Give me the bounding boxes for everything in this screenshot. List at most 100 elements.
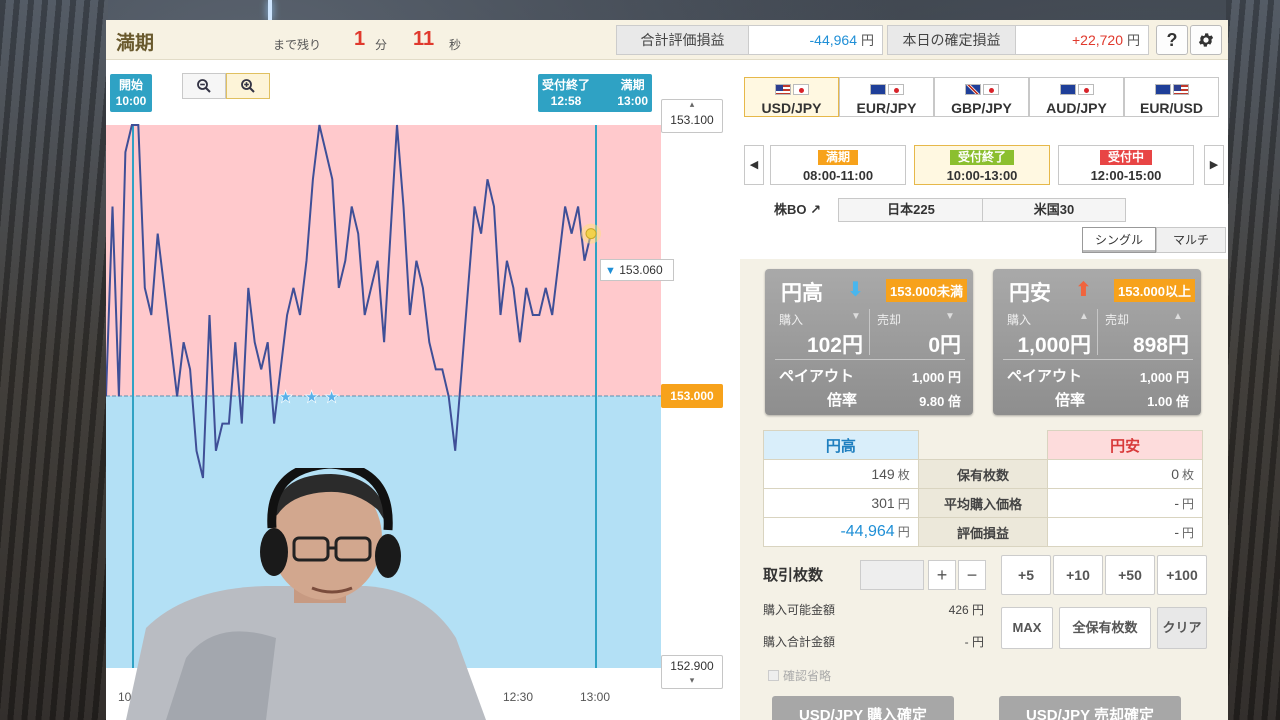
expiry-marker: 満期 13:00 <box>617 77 648 109</box>
table-row: 149 枚 保有枚数 0枚 <box>763 459 1203 489</box>
stock-bo-link[interactable]: 株BO ↗ <box>774 199 821 218</box>
mode-multi-tab[interactable]: マルチ <box>1156 227 1226 253</box>
add-5-button[interactable]: +5 <box>1001 555 1051 595</box>
today-pl-unit: 円 <box>1126 33 1140 48</box>
zoom-out-button[interactable] <box>182 73 226 99</box>
price-chart[interactable]: ★ ★ ★ 開始 10:00 受付終了 12:58 満期 13:00 ▴ 153… <box>106 61 736 720</box>
upper-price-tag[interactable]: ▴ 153.100 <box>661 99 723 133</box>
star-marker-icon: ★ <box>324 388 339 407</box>
quantity-plus-button[interactable]: + <box>928 560 956 590</box>
row-label: 平均購入価格 <box>917 488 1049 518</box>
pair-label: EUR/JPY <box>856 100 917 116</box>
payout-label: ペイアウト <box>1007 368 1083 385</box>
start-label: 開始 <box>118 78 143 92</box>
confirm-skip-option[interactable]: 確認省略 <box>768 667 831 684</box>
star-markers: ★ ★ ★ <box>278 387 340 407</box>
stock-dow-button[interactable]: 米国30 <box>982 198 1126 222</box>
positions-table: 円高 円安 149 枚 保有枚数 0枚 301 円 平均購入価格 -円 -44,96… <box>763 430 1203 547</box>
add-10-button[interactable]: +10 <box>1053 555 1103 595</box>
session-badge: 受付終了 <box>949 150 1014 165</box>
session-badge: 満期 <box>817 150 858 165</box>
session-item[interactable]: 満期 08:00-11:00 <box>770 145 906 185</box>
today-pl-field: +22,720 円 <box>1016 25 1149 55</box>
eu-flag-icon <box>869 84 886 95</box>
unit: 円 <box>897 525 910 539</box>
strike-price-tag: 153.000 <box>661 384 723 408</box>
quantity-input[interactable] <box>860 560 924 590</box>
quantity-minus-button[interactable]: − <box>958 560 986 590</box>
help-icon: ? <box>1166 30 1178 50</box>
chart-canvas: ★ ★ ★ <box>106 124 661 668</box>
settings-button[interactable] <box>1190 25 1222 55</box>
add-100-button[interactable]: +100 <box>1157 555 1207 595</box>
mode-single-tab[interactable]: シングル <box>1082 227 1156 253</box>
confirm-skip-checkbox[interactable] <box>768 670 779 681</box>
add-50-button[interactable]: +50 <box>1105 555 1155 595</box>
high-avg-price: 301 円 <box>763 488 919 518</box>
trade-area: 円高 ⬇ 153.000未満 購入 ▼ 102円 売却 ▼ 0円 ペイアウト 1… <box>740 259 1228 720</box>
session-badge: 受付中 <box>1099 150 1152 165</box>
x-tick: 13:00 <box>580 690 611 704</box>
au-flag-icon <box>1059 84 1076 95</box>
arrow-down-icon: ⬇ <box>847 279 864 301</box>
x-tick: 10 <box>118 690 132 704</box>
remaining-minutes: 1 <box>354 28 366 50</box>
pair-tab-eur-jpy[interactable]: EUR/JPY <box>839 77 934 117</box>
unit: 枚 <box>1181 467 1194 482</box>
value: - <box>1174 494 1179 511</box>
help-button[interactable]: ? <box>1156 25 1188 55</box>
quantity-label: 取引枚数 <box>763 567 824 584</box>
seconds-unit: 秒 <box>449 38 462 52</box>
value: 301 <box>871 494 895 511</box>
close-time: 12:58 <box>550 94 582 108</box>
jp-flag-icon <box>887 84 904 95</box>
session-item[interactable]: 受付終了 10:00-13:00 <box>914 145 1050 185</box>
down-triangle-icon: ▼ <box>605 265 616 277</box>
pair-tab-gbp-jpy[interactable]: GBP/JPY <box>934 77 1029 117</box>
current-price-tag: ▼ 153.060 <box>600 259 674 281</box>
clear-button[interactable]: クリア <box>1157 607 1207 649</box>
background-right-art <box>1226 0 1280 720</box>
stock-bo-label: 株BO <box>774 202 807 217</box>
card-divider <box>1097 309 1098 355</box>
value: -44,964 <box>840 523 895 540</box>
close-expiry-marker: 受付終了 12:58 満期 13:00 <box>538 74 652 112</box>
background-left-art <box>0 0 108 720</box>
sell-confirm-button[interactable]: USD/JPY 売却確定 <box>999 696 1181 720</box>
buy-confirm-button[interactable]: USD/JPY 購入確定 <box>772 696 954 720</box>
low-holdings: 0枚 <box>1047 459 1203 489</box>
sell-label: 売却 <box>1105 313 1130 327</box>
session-time: 08:00-11:00 <box>802 168 874 183</box>
start-marker: 開始 10:00 <box>110 74 152 112</box>
pair-tab-usd-jpy[interactable]: USD/JPY <box>744 77 839 117</box>
buy-value: 1,000円 <box>1017 334 1091 357</box>
yen-low-card[interactable]: 円安 ⬆ 153.000以上 購入 ▲ 1,000円 売却 ▲ 898円 ペイア… <box>993 269 1201 415</box>
unit: 円 <box>1181 496 1194 511</box>
payout-value: 1,000 円 <box>911 370 961 385</box>
session-item[interactable]: 受付中 12:00-15:00 <box>1058 145 1194 185</box>
pair-tab-eur-usd[interactable]: EUR/USD <box>1124 77 1219 117</box>
expiry-label: 満期 <box>620 78 645 92</box>
stock-nikkei-button[interactable]: 日本225 <box>838 198 984 222</box>
rate-label: 倍率 <box>1055 392 1086 409</box>
strike-price: 153.000 <box>670 389 714 403</box>
lower-price-tag[interactable]: 152.900 ▾ <box>661 655 723 689</box>
zoom-in-button[interactable] <box>226 73 270 99</box>
max-button[interactable]: MAX <box>1001 607 1053 649</box>
session-next-button[interactable]: ▶ <box>1204 145 1224 185</box>
remaining-label: まで残り <box>273 38 322 52</box>
pair-tab-aud-jpy[interactable]: AUD/JPY <box>1029 77 1124 117</box>
lower-price: 152.900 <box>670 659 714 673</box>
rate-value: 9.80 倍 <box>919 394 961 409</box>
us-flag-icon <box>774 84 791 95</box>
current-price-dot <box>585 228 597 240</box>
today-pl-value: +22,720 <box>1071 32 1123 48</box>
all-holdings-button[interactable]: 全保有枚数 <box>1059 607 1151 649</box>
yen-high-card[interactable]: 円高 ⬇ 153.000未満 購入 ▼ 102円 売却 ▼ 0円 ペイアウト 1… <box>765 269 973 415</box>
minutes-unit: 分 <box>375 38 388 52</box>
expiry-time: 13:00 <box>617 94 648 108</box>
high-header: 円高 <box>763 430 919 460</box>
scroll-up-icon: ▴ <box>689 99 695 109</box>
session-prev-button[interactable]: ◀ <box>744 145 764 185</box>
table-row: 301 円 平均購入価格 -円 <box>763 488 1203 518</box>
